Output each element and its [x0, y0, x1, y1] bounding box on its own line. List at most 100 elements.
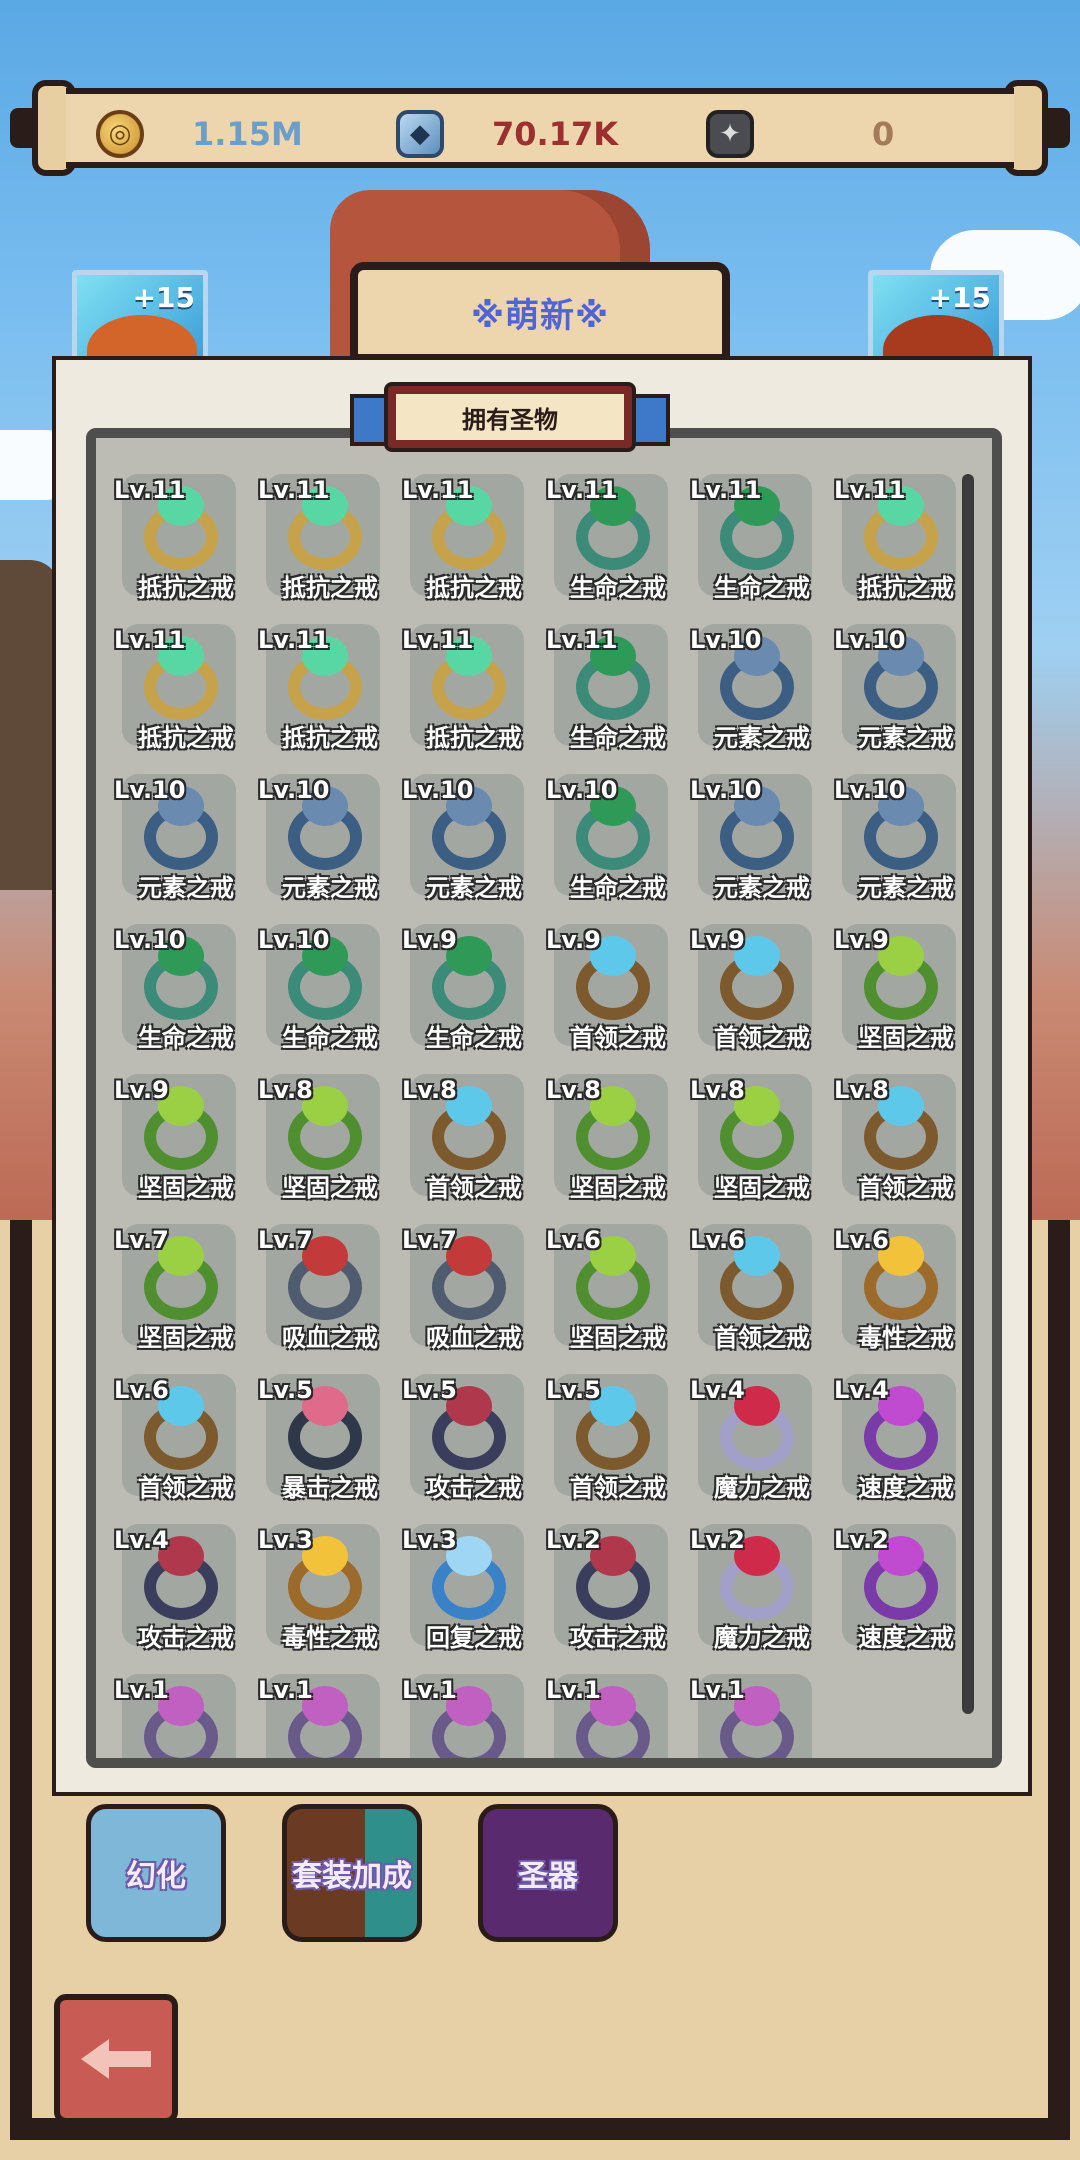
relic-item[interactable]: Lv.3 毒性之戒: [258, 1524, 402, 1652]
relic-item[interactable]: Lv.1: [114, 1674, 258, 1758]
relic-item[interactable]: Lv.7 坚固之戒: [114, 1224, 258, 1352]
relic-name: 生命之戒: [570, 574, 666, 602]
relic-item[interactable]: Lv.10 元素之戒: [690, 774, 834, 902]
relic-item[interactable]: Lv.11 抵抗之戒: [402, 624, 546, 752]
relic-level: Lv.1: [690, 1676, 745, 1704]
relic-level: Lv.6: [834, 1226, 889, 1254]
relic-item[interactable]: Lv.5 首领之戒: [546, 1374, 690, 1502]
relic-name: 速度之戒: [858, 1624, 954, 1652]
relic-item[interactable]: Lv.1: [258, 1674, 402, 1758]
scrollbar[interactable]: [962, 474, 974, 1714]
relic-name: 吸血之戒: [282, 1324, 378, 1352]
relic-item[interactable]: Lv.6 毒性之戒: [834, 1224, 978, 1352]
relic-level: Lv.11: [546, 476, 618, 504]
transform-button[interactable]: 幻化: [86, 1804, 226, 1942]
relic-item[interactable]: Lv.7 吸血之戒: [402, 1224, 546, 1352]
relic-item[interactable]: Lv.2 魔力之戒: [690, 1524, 834, 1652]
relic-item[interactable]: Lv.1: [402, 1674, 546, 1758]
relic-item[interactable]: Lv.11 抵抗之戒: [834, 474, 978, 602]
relic-item[interactable]: Lv.4 魔力之戒: [690, 1374, 834, 1502]
relic-name: 攻击之戒: [426, 1474, 522, 1502]
relic-level: Lv.6: [690, 1226, 745, 1254]
relic-level: Lv.2: [690, 1526, 745, 1554]
relic-name: 魔力之戒: [714, 1624, 810, 1652]
relic-level: Lv.8: [258, 1076, 313, 1104]
relic-level: Lv.4: [114, 1526, 169, 1554]
relic-grid-container[interactable]: Lv.11 抵抗之戒 Lv.11 抵抗之戒 Lv.11 抵抗之戒 Lv.11 生命之戒 Lv.1…: [86, 428, 1002, 1768]
relic-item[interactable]: Lv.10 元素之戒: [834, 774, 978, 902]
relic-item[interactable]: Lv.10 元素之戒: [690, 624, 834, 752]
frame-left: [10, 1220, 32, 2120]
relic-grid: Lv.11 抵抗之戒 Lv.11 抵抗之戒 Lv.11 抵抗之戒 Lv.11 生命之戒 Lv.1…: [114, 474, 956, 1758]
frame-right: [1048, 1220, 1070, 2120]
relic-item[interactable]: Lv.9 生命之戒: [402, 924, 546, 1052]
relic-name: 生命之戒: [426, 1024, 522, 1052]
relic-level: Lv.10: [258, 776, 330, 804]
relic-level: Lv.10: [834, 776, 906, 804]
relic-level: Lv.11: [546, 626, 618, 654]
artifact-button[interactable]: 圣器: [478, 1804, 618, 1942]
relic-item[interactable]: Lv.1: [690, 1674, 834, 1758]
relic-level: Lv.8: [402, 1076, 457, 1104]
relic-item[interactable]: Lv.4 速度之戒: [834, 1374, 978, 1502]
relic-item[interactable]: Lv.11 抵抗之戒: [402, 474, 546, 602]
relic-item[interactable]: Lv.9 坚固之戒: [114, 1074, 258, 1202]
relic-name: 元素之戒: [858, 874, 954, 902]
relic-item[interactable]: Lv.11 抵抗之戒: [258, 474, 402, 602]
relic-level: Lv.10: [114, 776, 186, 804]
relic-name: 抵抗之戒: [138, 724, 234, 752]
relic-item[interactable]: Lv.4 攻击之戒: [114, 1524, 258, 1652]
relic-name: 抵抗之戒: [282, 724, 378, 752]
relic-item[interactable]: Lv.9 首领之戒: [690, 924, 834, 1052]
relic-name: 生命之戒: [138, 1024, 234, 1052]
relic-level: Lv.6: [546, 1226, 601, 1254]
relic-item[interactable]: Lv.6 坚固之戒: [546, 1224, 690, 1352]
relic-item[interactable]: Lv.11 抵抗之戒: [114, 624, 258, 752]
relic-item[interactable]: Lv.6 首领之戒: [114, 1374, 258, 1502]
relic-item[interactable]: Lv.9 坚固之戒: [834, 924, 978, 1052]
relic-item[interactable]: Lv.2 攻击之戒: [546, 1524, 690, 1652]
back-button[interactable]: [54, 1994, 178, 2124]
relic-item[interactable]: Lv.8 坚固之戒: [690, 1074, 834, 1202]
relic-name: 元素之戒: [714, 874, 810, 902]
relic-item[interactable]: Lv.8 首领之戒: [402, 1074, 546, 1202]
relic-item[interactable]: Lv.10 生命之戒: [546, 774, 690, 902]
relic-item[interactable]: Lv.8 坚固之戒: [258, 1074, 402, 1202]
relic-item[interactable]: Lv.8 坚固之戒: [546, 1074, 690, 1202]
relic-item[interactable]: Lv.1: [546, 1674, 690, 1758]
relic-level: Lv.1: [402, 1676, 457, 1704]
gold-currency[interactable]: ◎ 1.15M: [96, 108, 303, 160]
crystal-currency[interactable]: ◆ 70.17K: [396, 108, 618, 160]
relic-name: 毒性之戒: [858, 1324, 954, 1352]
relic-item[interactable]: Lv.11 生命之戒: [690, 474, 834, 602]
relic-item[interactable]: Lv.8 首领之戒: [834, 1074, 978, 1202]
relic-name: 首领之戒: [138, 1474, 234, 1502]
relic-item[interactable]: Lv.10 生命之戒: [114, 924, 258, 1052]
relic-item[interactable]: Lv.10 元素之戒: [114, 774, 258, 902]
relic-item[interactable]: Lv.10 生命之戒: [258, 924, 402, 1052]
relic-item[interactable]: Lv.10 元素之戒: [834, 624, 978, 752]
relic-item[interactable]: Lv.10 元素之戒: [258, 774, 402, 902]
relic-item[interactable]: Lv.11 抵抗之戒: [258, 624, 402, 752]
relic-level: Lv.4: [834, 1376, 889, 1404]
relic-item[interactable]: Lv.6 首领之戒: [690, 1224, 834, 1352]
set-bonus-button[interactable]: 套装加成: [282, 1804, 422, 1942]
relic-item[interactable]: Lv.10 元素之戒: [402, 774, 546, 902]
relic-item[interactable]: Lv.5 攻击之戒: [402, 1374, 546, 1502]
relic-item[interactable]: Lv.9 首领之戒: [546, 924, 690, 1052]
relic-level: Lv.11: [402, 626, 474, 654]
relic-item[interactable]: Lv.11 生命之戒: [546, 624, 690, 752]
rune-currency[interactable]: ✦ 0: [706, 108, 894, 160]
relic-item[interactable]: Lv.11 抵抗之戒: [114, 474, 258, 602]
relic-item[interactable]: Lv.7 吸血之戒: [258, 1224, 402, 1352]
relic-name: 生命之戒: [714, 574, 810, 602]
relic-item[interactable]: Lv.5 暴击之戒: [258, 1374, 402, 1502]
relic-name: 坚固之戒: [282, 1174, 378, 1202]
relic-item[interactable]: Lv.2 速度之戒: [834, 1524, 978, 1652]
page-title: ※萌新※: [470, 295, 610, 336]
relic-name: 抵抗之戒: [138, 574, 234, 602]
relic-level: Lv.10: [690, 776, 762, 804]
relic-item[interactable]: Lv.11 生命之戒: [546, 474, 690, 602]
relic-name: 吸血之戒: [426, 1324, 522, 1352]
relic-item[interactable]: Lv.3 回复之戒: [402, 1524, 546, 1652]
